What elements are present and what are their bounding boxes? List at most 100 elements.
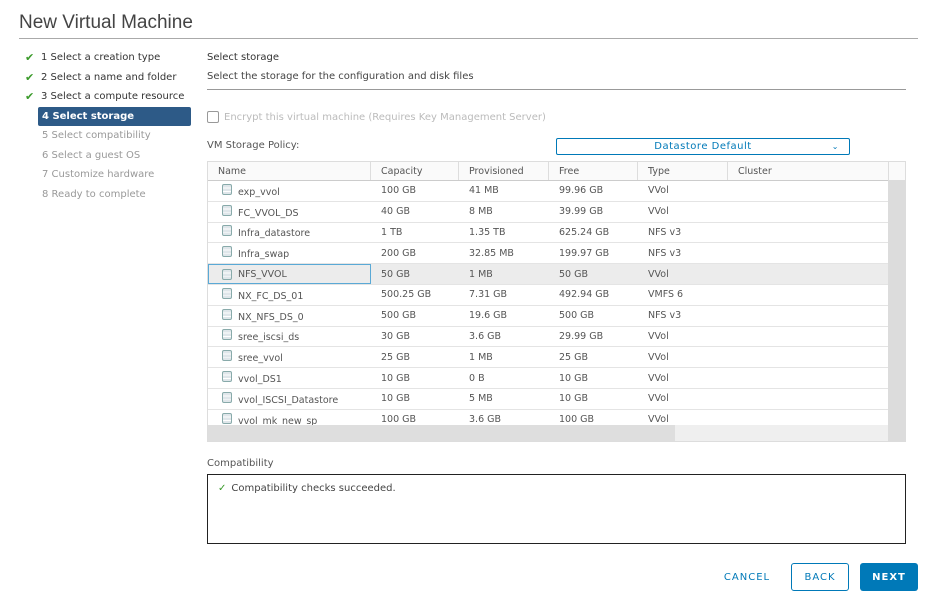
- datastore-icon: [222, 350, 232, 362]
- cell-type: NFS v3: [638, 310, 728, 321]
- cell-name: vvol_ISCSI_Datastore: [208, 391, 371, 406]
- cell-name: exp_vvol: [208, 183, 371, 198]
- cell-text: 500.25 GB: [381, 289, 432, 301]
- wizard-step-label: 8 Ready to complete: [42, 188, 146, 200]
- wizard-step-4[interactable]: 4 Select storage: [38, 106, 191, 126]
- cell-text: 10 GB: [559, 372, 588, 384]
- wizard-step-7[interactable]: 7 Customize hardware: [38, 165, 191, 185]
- wizard-step-6[interactable]: 6 Select a guest OS: [38, 146, 191, 166]
- cell-text: 50 GB: [559, 268, 588, 280]
- datastore-icon: [222, 287, 232, 299]
- vertical-scrollbar[interactable]: [888, 180, 906, 442]
- column-header-capacity[interactable]: Capacity: [371, 162, 459, 180]
- cell-free: 625.24 GB: [549, 227, 638, 238]
- cell-name: sree_iscsi_ds: [208, 329, 371, 343]
- cell-text: VVol: [648, 393, 669, 405]
- table-row[interactable]: exp_vvol 100 GB 41 MB 99.96 GB VVol: [208, 181, 905, 202]
- table-row[interactable]: Infra_datastore 1 TB 1.35 TB 625.24 GB NFS v…: [208, 223, 905, 244]
- table-row[interactable]: sree_iscsi_ds 30 GB 3.6 GB 29.99 GB VVol: [208, 327, 905, 348]
- column-header-cluster[interactable]: Cluster: [728, 162, 889, 180]
- cell-free: 25 GB: [549, 352, 638, 363]
- wizard-step-1[interactable]: ✔ 1 Select a creation type: [25, 48, 191, 68]
- cell-capacity: 100 GB: [371, 414, 459, 425]
- cell-text: NFS v3: [648, 226, 682, 238]
- cell-provisioned: 1 MB: [459, 352, 549, 363]
- cell-type: VVol: [638, 206, 728, 217]
- table-row[interactable]: Infra_swap 200 GB 32.85 MB 199.97 GB NFS v3: [208, 243, 905, 265]
- horizontal-scrollbar[interactable]: [208, 425, 888, 441]
- wizard-step-3[interactable]: ✔ 3 Select a compute resource: [25, 87, 191, 107]
- wizard-step-label: 2 Select a name and folder: [41, 71, 177, 83]
- cell-name: Infra_swap: [208, 246, 371, 260]
- cell-text: 50 GB: [381, 268, 410, 280]
- cell-text: VVol: [648, 414, 669, 426]
- table-row[interactable]: sree_vvol 25 GB 1 MB 25 GB VVol: [208, 347, 905, 369]
- next-button[interactable]: NEXT: [860, 563, 918, 591]
- cell-provisioned: 3.6 GB: [459, 414, 549, 425]
- cell-provisioned: 32.85 MB: [459, 248, 549, 259]
- wizard-step-label: 4 Select storage: [42, 110, 135, 122]
- cell-name: NFS_VVOL: [208, 264, 371, 284]
- table-row[interactable]: vvol_DS1 10 GB 0 B 10 GB VVol: [208, 368, 905, 389]
- datastore-table: Name Capacity Provisioned Free Type Cluster e…: [207, 161, 906, 442]
- back-button[interactable]: BACK: [791, 563, 849, 591]
- wizard-step-2[interactable]: ✔ 2 Select a name and folder: [25, 68, 191, 88]
- horizontal-scrollbar-thumb[interactable]: [208, 425, 675, 441]
- cell-text: 25 GB: [559, 351, 588, 363]
- cell-type: VVol: [638, 185, 728, 196]
- cell-text: vvol_DS1: [238, 374, 282, 386]
- cell-capacity: 50 GB: [371, 269, 459, 280]
- datastore-icon: [222, 308, 232, 320]
- cell-capacity: 1 TB: [371, 227, 459, 238]
- cell-text: 0 B: [469, 372, 485, 384]
- cell-capacity: 10 GB: [371, 393, 459, 404]
- cell-free: 500 GB: [549, 310, 638, 321]
- cell-free: 100 GB: [549, 414, 638, 425]
- encrypt-checkbox[interactable]: [207, 111, 219, 123]
- datastore-icon: [222, 246, 232, 258]
- cell-capacity: 200 GB: [371, 248, 459, 259]
- cell-text: 100 GB: [381, 414, 417, 426]
- cell-text: NFS v3: [648, 247, 682, 259]
- datastore-icon: [222, 391, 232, 403]
- wizard-step-label: 7 Customize hardware: [42, 169, 155, 181]
- cell-type: VVol: [638, 269, 728, 280]
- cell-capacity: 25 GB: [371, 352, 459, 363]
- cell-text: 39.99 GB: [559, 206, 604, 218]
- table-row[interactable]: FC_VVOL_DS 40 GB 8 MB 39.99 GB VVol: [208, 202, 905, 223]
- table-row[interactable]: NFS_VVOL 50 GB 1 MB 50 GB VVol: [208, 264, 905, 285]
- cell-text: VVol: [648, 372, 669, 384]
- wizard-step-label: 5 Select compatibility: [42, 130, 151, 142]
- chevron-down-icon: ⌄: [831, 142, 839, 151]
- cell-text: 492.94 GB: [559, 289, 610, 301]
- wizard-step-label: 3 Select a compute resource: [41, 91, 185, 103]
- cancel-button[interactable]: CANCEL: [718, 563, 776, 591]
- cell-free: 10 GB: [549, 373, 638, 384]
- cell-name: sree_vvol: [208, 350, 371, 364]
- cell-provisioned: 1 MB: [459, 269, 549, 280]
- storage-policy-select[interactable]: Datastore Default ⌄: [556, 138, 850, 155]
- table-row[interactable]: NX_NFS_DS_0 500 GB 19.6 GB 500 GB NFS v3: [208, 306, 905, 327]
- table-row[interactable]: NX_FC_DS_01 500.25 GB 7.31 GB 492.94 GB VMFS…: [208, 285, 905, 306]
- cell-type: NFS v3: [638, 248, 728, 259]
- cell-provisioned: 8 MB: [459, 206, 549, 217]
- wizard-step-5[interactable]: 5 Select compatibility: [38, 126, 191, 146]
- cell-type: VMFS 6: [638, 289, 728, 300]
- cell-type: VVol: [638, 331, 728, 342]
- column-header-type[interactable]: Type: [638, 162, 728, 180]
- check-icon: ✔: [25, 70, 35, 84]
- table-row[interactable]: vvol_ISCSI_Datastore 10 GB 5 MB 10 GB VVol: [208, 389, 905, 410]
- datastore-icon: [222, 268, 232, 280]
- cell-text: 1 MB: [469, 268, 493, 280]
- column-header-free[interactable]: Free: [549, 162, 638, 180]
- cell-name: FC_VVOL_DS: [208, 204, 371, 219]
- check-icon: ✔: [25, 51, 35, 65]
- column-header-name[interactable]: Name: [208, 162, 371, 180]
- column-header-provisioned[interactable]: Provisioned: [459, 162, 549, 180]
- cell-text: vvol_ISCSI_Datastore: [238, 394, 339, 406]
- storage-policy-value: Datastore Default: [654, 141, 752, 152]
- cell-free: 492.94 GB: [549, 289, 638, 300]
- cell-free: 39.99 GB: [549, 206, 638, 217]
- title-divider: [19, 38, 918, 39]
- wizard-step-8[interactable]: 8 Ready to complete: [38, 185, 191, 205]
